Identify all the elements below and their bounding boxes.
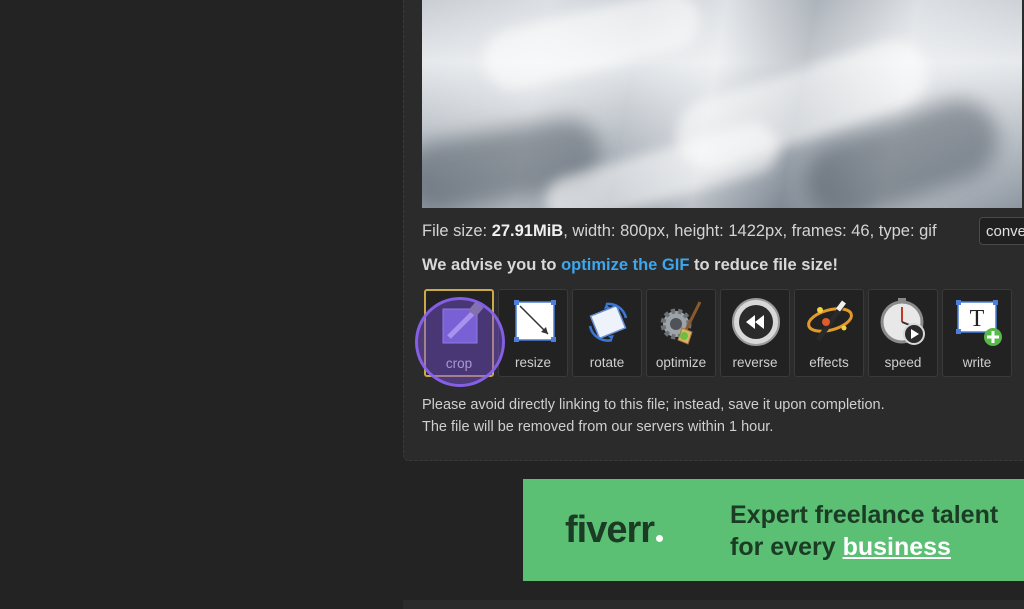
optimize-advice: We advise you to optimize the GIF to red… — [422, 256, 838, 275]
tool-label: effects — [809, 355, 849, 370]
tool-label: reverse — [732, 355, 778, 370]
speed-icon — [880, 298, 925, 345]
optimize-icon — [660, 301, 702, 345]
ad-tagline: Expert freelance talent for every busine… — [730, 499, 998, 563]
notice-line-2: The file will be removed from our server… — [422, 419, 774, 435]
optimize-gif-link[interactable]: optimize the GIF — [561, 256, 689, 274]
tool-label: rotate — [589, 355, 625, 370]
advice-suffix: to reduce file size! — [689, 256, 838, 274]
reverse-icon — [732, 298, 780, 346]
tool-reverse[interactable]: reverse — [720, 289, 790, 377]
resize-icon — [514, 300, 556, 342]
ad-business-link[interactable]: business — [843, 533, 951, 561]
gif-preview — [422, 0, 1022, 208]
tool-crop[interactable]: crop — [424, 289, 494, 377]
tool-speed[interactable]: speed — [868, 289, 938, 377]
next-panel-edge — [403, 600, 1024, 609]
ad-line-2-prefix: for every — [730, 533, 843, 561]
file-size-label: File size: — [422, 222, 492, 240]
fiverr-logo-text: fiverr — [565, 509, 655, 551]
tool-write[interactable]: T write — [942, 289, 1012, 377]
tool-resize[interactable]: resize — [498, 289, 568, 377]
notice-line-1: Please avoid directly linking to this fi… — [422, 397, 885, 413]
ad-line-1: Expert freelance talent — [730, 501, 999, 529]
tool-label: optimize — [655, 355, 707, 370]
tool-label: write — [962, 355, 992, 370]
tool-label: crop — [445, 356, 473, 371]
fiverr-logo: fiverr — [565, 509, 664, 552]
tool-rotate[interactable]: rotate — [572, 289, 642, 377]
tool-label: speed — [884, 355, 922, 370]
write-icon: T — [956, 300, 1002, 346]
fiverr-ad-banner[interactable]: fiverr Expert freelance talent for every… — [523, 479, 1024, 581]
file-dimensions: , width: 800px, height: 1422px, frames: … — [563, 222, 937, 240]
svg-text:T: T — [970, 306, 985, 332]
convert-select[interactable]: conve — [979, 217, 1024, 245]
crop-icon — [442, 301, 484, 344]
file-size-value: 27.91MiB — [491, 222, 564, 240]
tool-effects[interactable]: effects — [794, 289, 864, 377]
tool-label: resize — [514, 355, 551, 370]
file-info: File size: 27.91MiB, width: 800px, heigh… — [422, 222, 937, 241]
advice-prefix: We advise you to — [422, 256, 562, 274]
rotate-icon — [588, 302, 628, 342]
tool-optimize[interactable]: optimize — [646, 289, 716, 377]
file-notice: Please avoid directly linking to this fi… — [422, 394, 885, 438]
effects-icon — [807, 300, 853, 342]
